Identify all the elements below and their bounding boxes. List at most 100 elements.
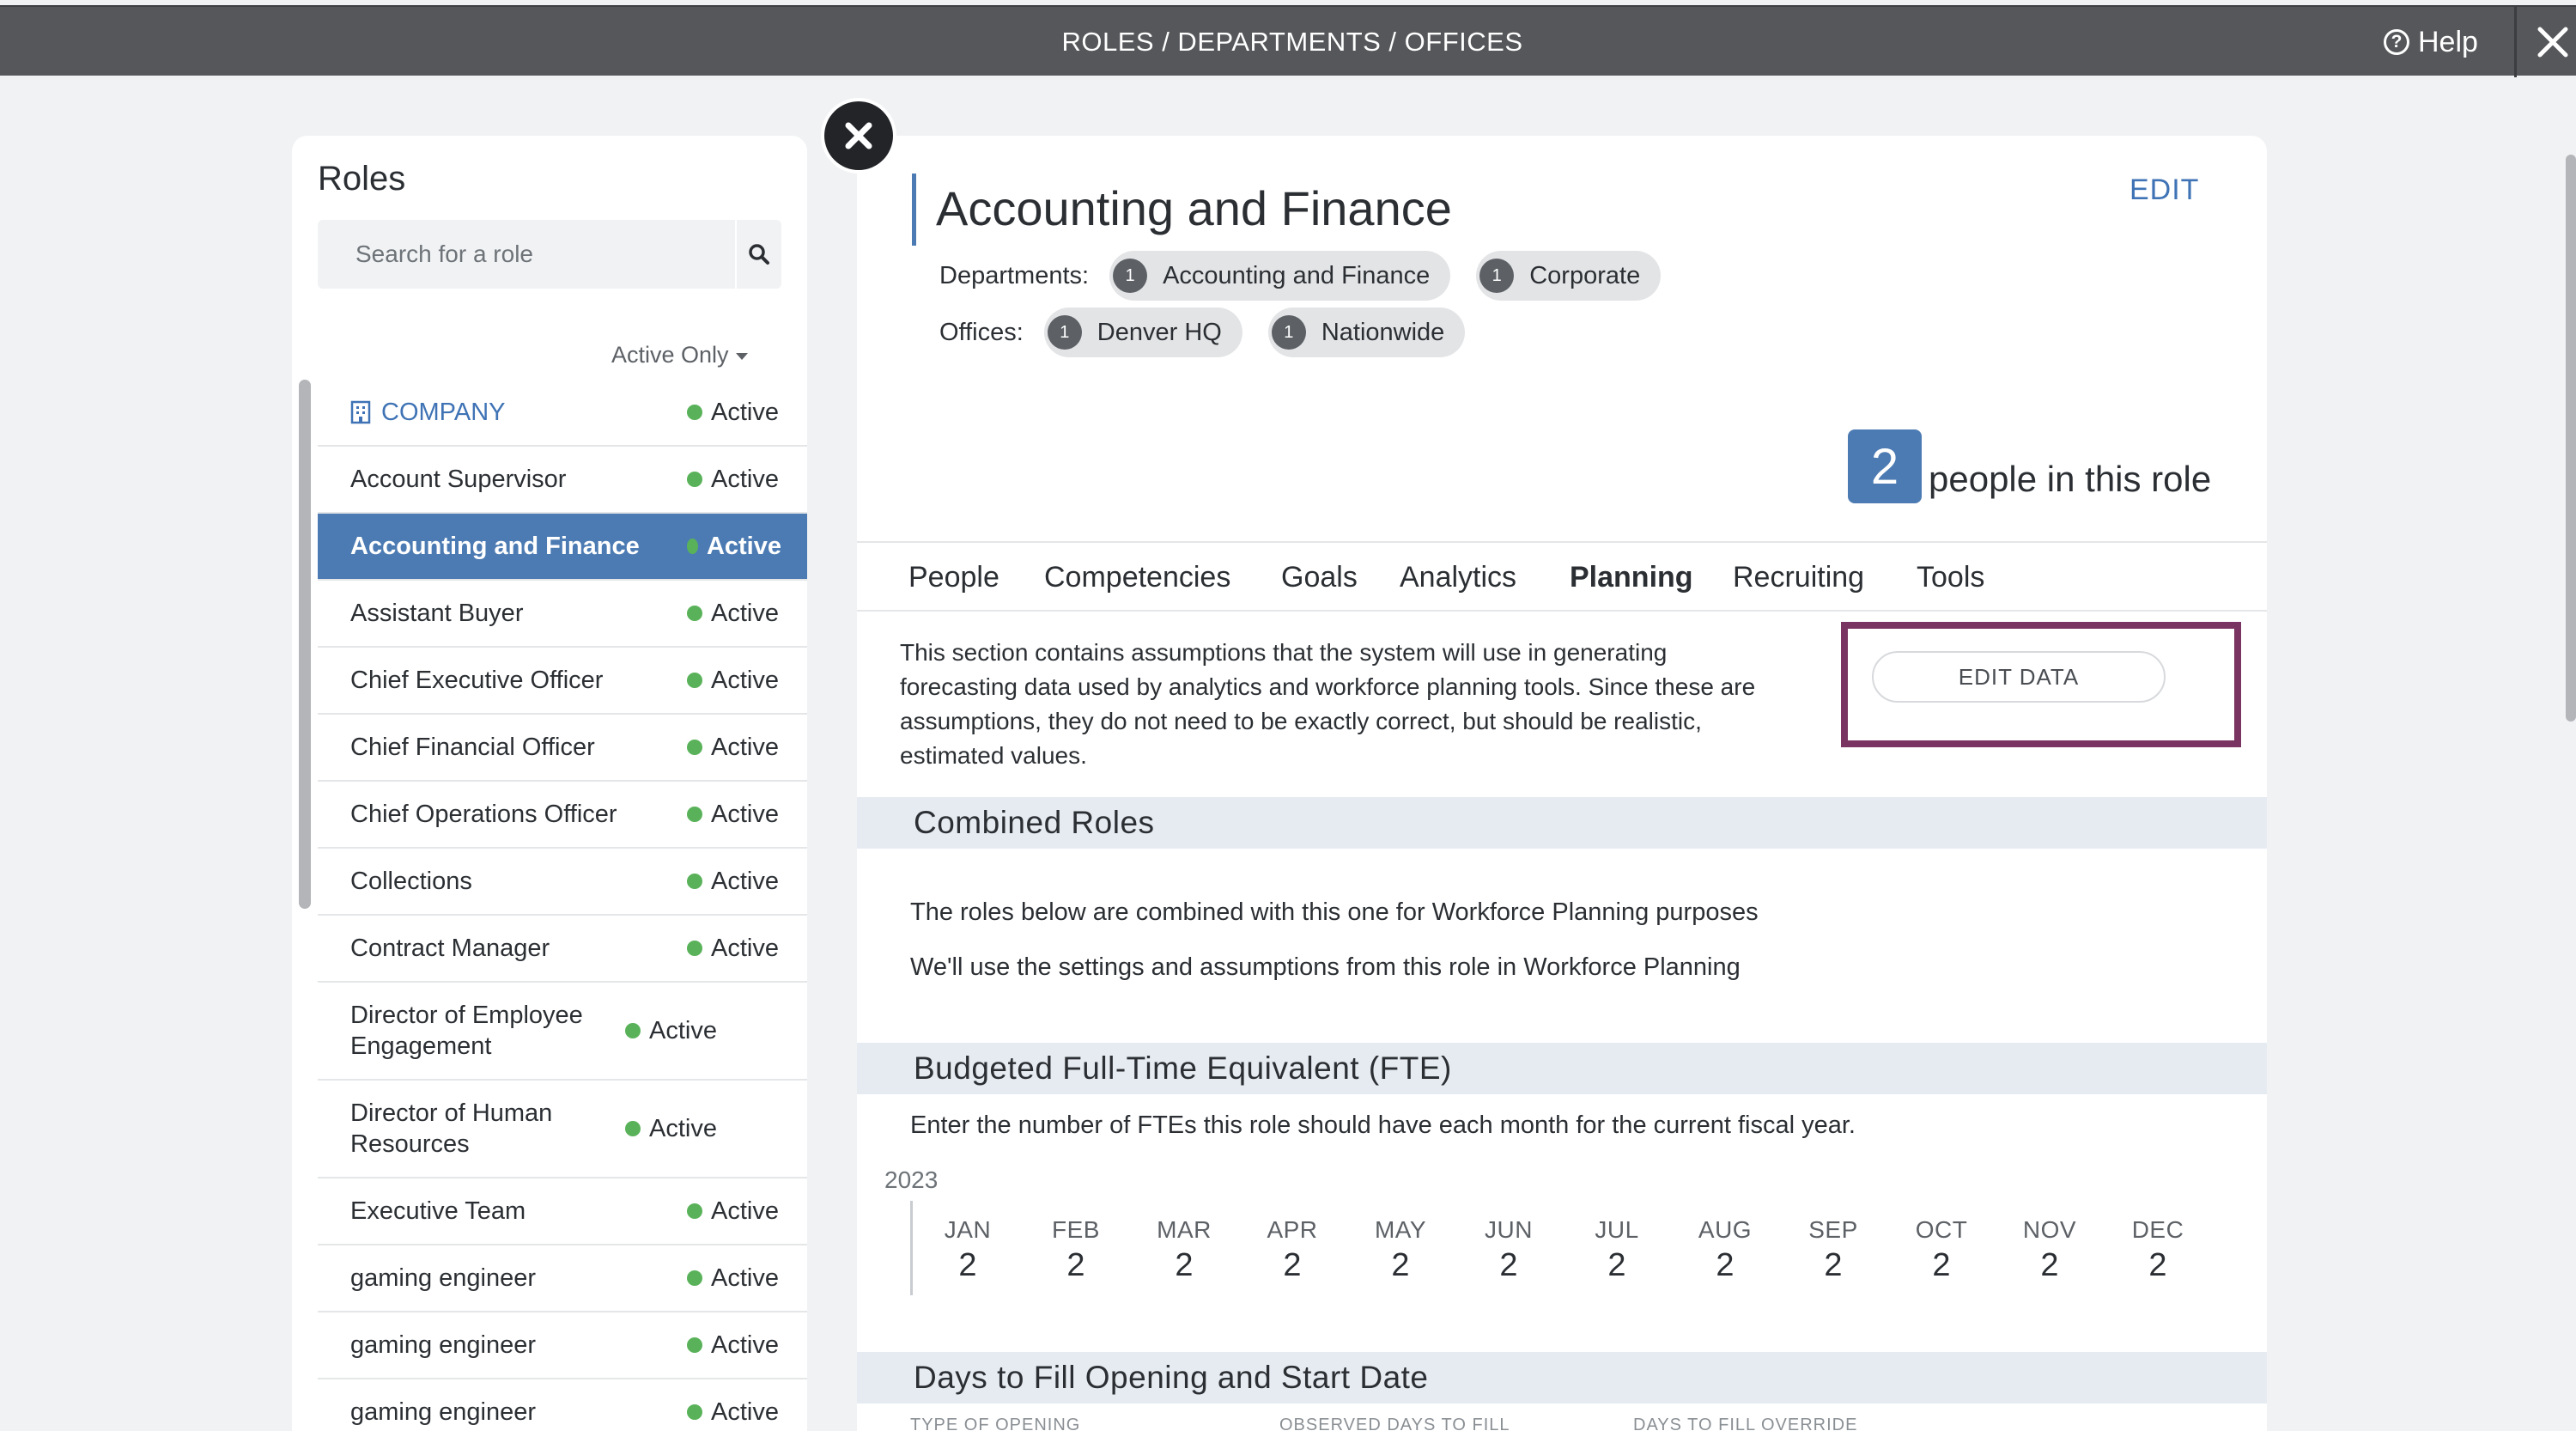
role-row[interactable]: Chief Executive Officer Active [318,648,807,715]
month-name: MAR [1157,1216,1212,1243]
department-chip[interactable]: 1 Corporate [1476,251,1662,301]
month-name: NOV [2022,1216,2077,1243]
status-text: Active [711,867,779,895]
tab-competencies[interactable]: Competencies [1044,543,1230,612]
status-badge: Active [687,868,781,896]
role-name: Chief Financial Officer [350,734,595,761]
sidebar-scrollbar[interactable] [299,380,311,909]
month-cell[interactable]: JAN 2 [914,1216,1022,1284]
month-name: OCT [1915,1216,1968,1243]
status-badge: Active [687,399,781,427]
tab-bar: People Competencies Goals Analytics Plan… [857,541,2267,612]
month-cell[interactable]: JUN 2 [1455,1216,1563,1284]
role-row[interactable]: Chief Operations Officer Active [318,782,807,849]
role-name: Chief Executive Officer [350,667,604,694]
people-count-badge: 2 [1848,429,1922,503]
role-row[interactable]: Assistant Buyer Active [318,581,807,648]
month-cell[interactable]: MAR 2 [1130,1216,1238,1284]
role-name: Director of Employee Engagement [350,1002,583,1060]
edit-data-button[interactable]: EDIT DATA [1872,651,2166,703]
month-value: 2 [1607,1247,1626,1283]
role-name: Executive Team [350,1197,526,1225]
tab-tools[interactable]: Tools [1917,543,1984,612]
page-title: Accounting and Finance [936,181,1452,235]
role-row[interactable]: gaming engineer Active [318,1245,807,1312]
month-cell[interactable]: OCT 2 [1887,1216,1996,1284]
roles-sidebar: Roles Active Only COMPANY Active Account… [292,136,807,1431]
role-row[interactable]: Director of Human Resources Active [318,1081,807,1178]
month-name: JUL [1595,1216,1639,1243]
days-to-fill-heading: Days to Fill Opening and Start Date [857,1352,2267,1404]
search-input[interactable] [318,220,735,289]
role-row[interactable]: Account Supervisor Active [318,447,807,514]
help-button[interactable]: ? Help [2384,7,2478,77]
department-chip[interactable]: 1 Accounting and Finance [1109,251,1451,301]
role-list: COMPANY Active Account Supervisor Active … [318,380,807,1431]
offices-label: Offices: [939,318,1024,346]
fte-year: 2023 [884,1166,939,1193]
tab-recruiting[interactable]: Recruiting [1733,543,1864,612]
page-scrollbar[interactable] [2566,155,2576,722]
role-name: Assistant Buyer [350,600,524,627]
role-row[interactable]: Executive Team Active [318,1178,807,1245]
status-dot-icon [687,405,702,420]
role-row[interactable]: Chief Financial Officer Active [318,715,807,782]
status-badge: Active [625,1017,720,1045]
active-filter-dropdown[interactable]: Active Only [611,342,748,368]
month-cell[interactable]: NOV 2 [1996,1216,2104,1284]
combined-roles-text-1: The roles below are combined with this o… [910,898,1759,926]
status-text: Active [711,465,779,493]
chevron-down-icon [735,352,748,360]
status-text: Active [711,1398,779,1426]
status-text: Active [649,1114,717,1142]
status-dot-icon [687,673,702,688]
month-name: FEB [1052,1216,1100,1243]
close-icon[interactable] [2533,22,2573,62]
month-value: 2 [1824,1247,1843,1283]
status-dot-icon [687,740,702,755]
status-dot-icon [687,1270,702,1286]
offices-row: Offices: 1 Denver HQ 1 Nationwide [939,308,1491,357]
topbar-title: ROLES / DEPARTMENTS / OFFICES [1061,27,1523,57]
role-row-company[interactable]: COMPANY Active [318,380,807,447]
search-button[interactable] [735,220,781,289]
status-badge: Active [687,533,781,561]
month-cell[interactable]: APR 2 [1238,1216,1346,1284]
role-row[interactable]: gaming engineer Active [318,1379,807,1431]
tab-goals[interactable]: Goals [1281,543,1358,612]
company-label: COMPANY [381,399,506,426]
tab-people[interactable]: People [908,543,999,612]
close-panel-button[interactable] [824,101,893,170]
chip-count: 1 [1479,259,1515,293]
month-value: 2 [1175,1247,1194,1283]
role-row[interactable]: gaming engineer Active [318,1312,807,1379]
month-cell[interactable]: DEC 2 [2104,1216,2212,1284]
month-value: 2 [1066,1247,1085,1283]
edit-link[interactable]: EDIT [2129,174,2199,207]
office-chip[interactable]: 1 Nationwide [1267,308,1466,357]
status-text: Active [711,599,779,627]
role-row-selected[interactable]: Accounting and Finance Active [318,514,807,581]
status-dot-icon [625,1121,641,1136]
month-value: 2 [1499,1247,1518,1283]
people-count-label: people in this role [1929,459,2212,499]
status-badge: Active [687,801,781,829]
tab-analytics[interactable]: Analytics [1400,543,1516,612]
status-text: Active [711,1264,779,1292]
topbar-divider [2514,7,2517,77]
office-chip[interactable]: 1 Denver HQ [1043,308,1242,357]
status-text: Active [711,733,779,761]
month-cell[interactable]: FEB 2 [1022,1216,1130,1284]
month-value: 2 [1716,1247,1735,1283]
role-row[interactable]: Contract Manager Active [318,916,807,983]
month-cell[interactable]: JUL 2 [1563,1216,1671,1284]
month-cell[interactable]: AUG 2 [1671,1216,1779,1284]
month-name: JUN [1485,1216,1533,1243]
tab-planning[interactable]: Planning [1570,543,1693,612]
status-badge: Active [687,1197,781,1226]
month-cell[interactable]: SEP 2 [1779,1216,1887,1284]
role-row[interactable]: Director of Employee Engagement Active [318,983,807,1081]
month-cell[interactable]: MAY 2 [1346,1216,1455,1284]
month-value: 2 [1391,1247,1410,1283]
role-row[interactable]: Collections Active [318,849,807,916]
